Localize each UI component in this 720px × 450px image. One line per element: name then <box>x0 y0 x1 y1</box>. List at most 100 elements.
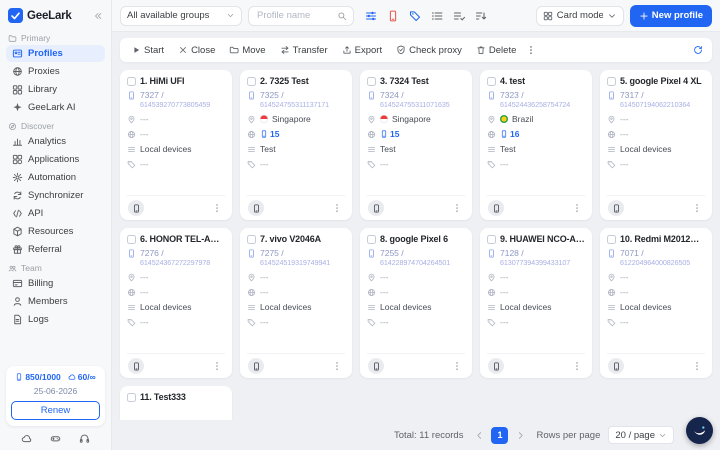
sidebar-item[interactable]: Referral <box>6 241 105 258</box>
card-more-button[interactable] <box>210 359 224 373</box>
headset-icon[interactable] <box>79 433 90 444</box>
profile-checkbox[interactable] <box>247 234 256 244</box>
device-row: Local devices <box>607 144 705 154</box>
card-more-button[interactable] <box>690 359 704 373</box>
open-phone-button[interactable] <box>608 358 624 374</box>
toolbar-action-button[interactable]: Transfer <box>273 43 335 58</box>
profile-checkbox[interactable] <box>487 234 496 244</box>
sidebar-item[interactable]: Profiles <box>6 45 105 62</box>
icon-button[interactable] <box>430 9 444 23</box>
card-more-button[interactable] <box>450 359 464 373</box>
toolbar-action-button[interactable]: Delete <box>469 43 523 58</box>
sidebar-item[interactable]: Resources <box>6 223 105 240</box>
prev-page-button[interactable] <box>471 427 487 443</box>
profile-card: 1. HiMi UFI 7327 / 614539270773805459 --… <box>120 70 232 220</box>
toolbar-action-button[interactable]: Move <box>222 43 272 58</box>
location-pin-icon <box>607 273 616 282</box>
groups-filter-dropdown[interactable]: All available groups <box>120 5 242 26</box>
search-input[interactable] <box>255 9 337 22</box>
icon-button[interactable] <box>474 9 488 23</box>
cloud-icon[interactable] <box>21 433 32 444</box>
open-phone-button[interactable] <box>128 200 144 216</box>
profile-checkbox[interactable] <box>127 392 136 402</box>
profile-checkbox[interactable] <box>367 234 376 244</box>
profile-serial: 614539270773805459 <box>140 100 211 110</box>
profile-checkbox[interactable] <box>367 76 376 86</box>
open-phone-button[interactable] <box>608 200 624 216</box>
profile-checkbox[interactable] <box>607 234 616 244</box>
profile-checkbox[interactable] <box>127 76 136 86</box>
sidebar-item[interactable]: API <box>6 205 105 222</box>
profile-code: 7128 / <box>500 248 524 258</box>
profile-card: 7. vivo V2046A 7275 / 614524519319749941… <box>240 228 352 378</box>
collapse-sidebar-icon[interactable] <box>93 11 103 21</box>
sidebar-item[interactable]: Analytics <box>6 133 105 150</box>
serial-row: 7275 / 614524519319749941 <box>247 248 345 267</box>
tags-row: --- <box>127 317 225 327</box>
profile-title: 6. HONOR TEL-AN10 <box>140 234 225 244</box>
toolbar-action-button[interactable]: Start <box>124 43 171 58</box>
card-more-button[interactable] <box>210 201 224 215</box>
card-header: 1. HiMi UFI <box>127 76 225 86</box>
more-actions-button[interactable] <box>523 42 539 58</box>
icon-button[interactable] <box>408 9 422 23</box>
icon-button[interactable] <box>386 9 400 23</box>
phone-icon <box>487 249 496 258</box>
tags-text: --- <box>500 317 509 328</box>
refresh-button[interactable] <box>688 42 708 58</box>
icon-button[interactable] <box>452 9 466 23</box>
renew-button[interactable]: Renew <box>11 401 100 420</box>
next-page-button[interactable] <box>512 427 528 443</box>
location-row: Singapore <box>367 114 465 124</box>
card-more-button[interactable] <box>330 359 344 373</box>
card-more-button[interactable] <box>570 201 584 215</box>
open-phone-button[interactable] <box>368 358 384 374</box>
phone-icon <box>492 361 501 371</box>
profile-checkbox[interactable] <box>247 76 256 86</box>
phone-icon <box>492 203 501 213</box>
plus-icon <box>639 11 649 21</box>
new-profile-button[interactable]: New profile <box>629 4 712 27</box>
open-phone-button[interactable] <box>248 200 264 216</box>
card-mode-dropdown[interactable]: Card mode <box>535 5 624 26</box>
card-more-button[interactable] <box>450 201 464 215</box>
members-icon <box>12 296 23 307</box>
profile-checkbox[interactable] <box>127 234 136 244</box>
open-phone-button[interactable] <box>128 358 144 374</box>
sidebar-item[interactable]: Proxies <box>6 63 105 80</box>
card-more-button[interactable] <box>570 359 584 373</box>
open-phone-button[interactable] <box>248 358 264 374</box>
tags-text: --- <box>380 159 389 170</box>
sidebar-item[interactable]: Applications <box>6 151 105 168</box>
sidebar-item[interactable]: Automation <box>6 169 105 186</box>
card-more-button[interactable] <box>690 201 704 215</box>
icon-button[interactable] <box>364 9 378 23</box>
profile-checkbox[interactable] <box>487 76 496 86</box>
sidebar-item[interactable]: Logs <box>6 311 105 328</box>
sidebar-item[interactable]: GeeLark AI <box>6 99 105 116</box>
sidebar-section: Discover Analytics Applications Automati… <box>6 121 105 258</box>
location-text: --- <box>140 272 149 283</box>
open-phone-button[interactable] <box>488 358 504 374</box>
rows-per-page-select[interactable]: 20 / page <box>608 426 674 444</box>
profile-checkbox[interactable] <box>607 76 616 86</box>
toolbar-action-button[interactable]: Export <box>335 43 389 58</box>
open-phone-button[interactable] <box>368 200 384 216</box>
sidebar-item[interactable]: Library <box>6 81 105 98</box>
toolbar-action-button[interactable]: Check proxy <box>389 43 469 58</box>
profile-serial: 614228974704264501 <box>380 258 451 268</box>
support-widget[interactable] <box>686 417 713 444</box>
dots-vertical-icon <box>452 203 462 213</box>
location-row: --- <box>607 272 705 282</box>
trash-icon <box>476 45 486 55</box>
toolbar-action-button[interactable]: Close <box>171 43 222 58</box>
sidebar-item[interactable]: Billing <box>6 275 105 292</box>
gamepad-icon[interactable] <box>50 433 61 444</box>
sidebar-item[interactable]: Synchronizer <box>6 187 105 204</box>
serial-row: 7255 / 614228974704264501 <box>367 248 465 267</box>
profile-card: 2. 7325 Test 7325 / 614524755311137171 S… <box>240 70 352 220</box>
current-page[interactable]: 1 <box>491 426 509 444</box>
open-phone-button[interactable] <box>488 200 504 216</box>
card-more-button[interactable] <box>330 201 344 215</box>
sidebar-item[interactable]: Members <box>6 293 105 310</box>
